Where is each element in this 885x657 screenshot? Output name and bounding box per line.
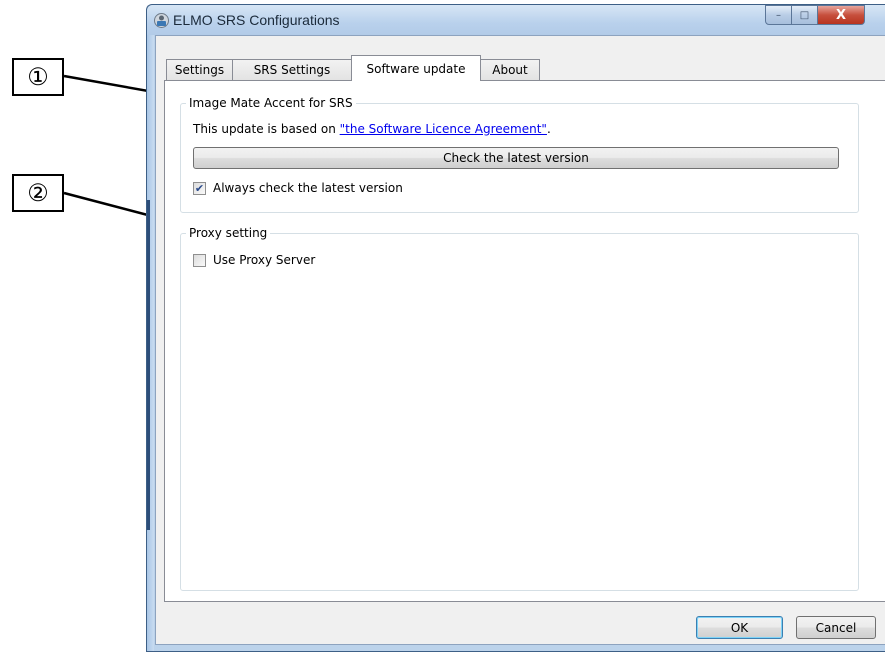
close-icon: X [835,7,847,23]
maximize-icon: □ [799,9,810,21]
cancel-label: Cancel [815,620,857,635]
update-group-title: Image Mate Accent for SRS [186,95,356,111]
use-proxy-checkbox[interactable] [193,254,206,267]
check-latest-version-label: Check the latest version [443,151,589,165]
tab-srs-settings-label: SRS Settings [253,63,331,77]
proxy-group: Proxy setting Use Proxy Server [180,225,859,591]
tab-software-update-label: Software update [366,61,466,76]
licence-agreement-link[interactable]: "the Software Licence Agreement" [340,122,547,136]
tab-software-update[interactable]: Software update [351,55,481,81]
tab-srs-settings[interactable]: SRS Settings [232,59,352,80]
tab-about[interactable]: About [480,59,540,80]
app-icon [154,13,169,28]
check-latest-version-button[interactable]: Check the latest version [193,147,839,169]
use-proxy-label: Use Proxy Server [213,253,316,267]
callout-1: ① [12,58,64,96]
always-check-checkbox[interactable]: ✔ [193,182,206,195]
title-bar[interactable]: ELMO SRS Configurations – □ X [147,5,885,35]
window-left-frame [147,35,154,651]
window-title: ELMO SRS Configurations [173,12,340,28]
proxy-group-title: Proxy setting [186,225,271,241]
ok-label: OK [730,620,749,635]
minimize-button[interactable]: – [765,5,792,25]
update-group: Image Mate Accent for SRS This update is… [180,95,859,213]
checkmark-icon: ✔ [194,182,205,195]
close-button[interactable]: X [818,5,865,25]
software-update-panel: Image Mate Accent for SRS This update is… [164,80,885,602]
update-info-text: This update is based on "the Software Li… [193,122,551,136]
tab-settings[interactable]: Settings [166,59,233,80]
tab-settings-label: Settings [174,63,225,77]
minimize-icon: – [776,9,781,21]
ok-button[interactable]: OK [696,616,783,639]
config-window: ELMO SRS Configurations – □ X Settings S… [146,4,885,652]
tab-about-label: About [492,63,528,77]
maximize-button[interactable]: □ [792,5,818,25]
cancel-button[interactable]: Cancel [796,616,876,639]
always-check-label: Always check the latest version [213,181,403,195]
callout-2: ② [12,174,64,212]
window-client: Settings SRS Settings Software update Ab… [155,35,885,645]
